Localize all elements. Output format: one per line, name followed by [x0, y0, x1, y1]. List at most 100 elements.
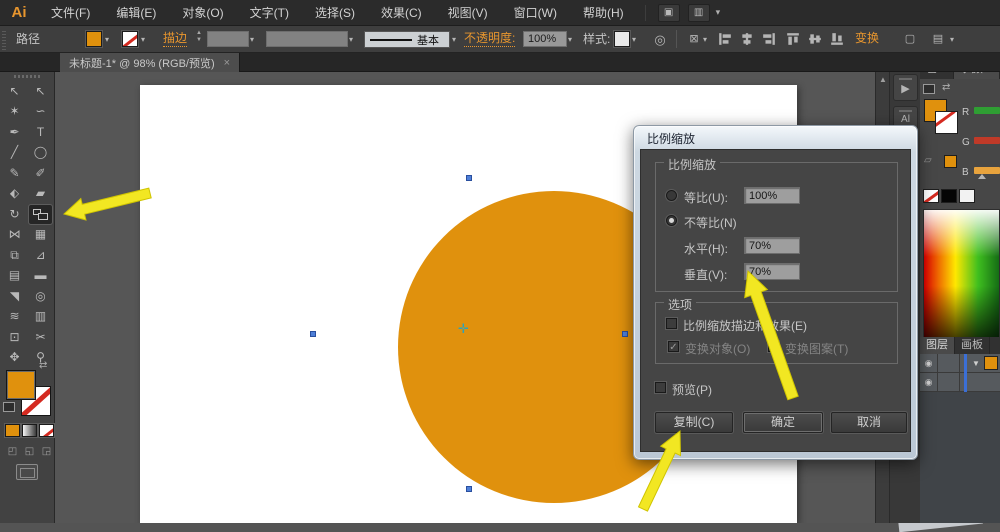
shaper-tool[interactable]: ⬖: [3, 184, 26, 203]
bridge-icon[interactable]: ▣: [658, 4, 680, 22]
lasso-tool[interactable]: ∽: [29, 102, 52, 121]
stroke-weight-combo[interactable]: [207, 31, 249, 47]
select-similar-caret-icon[interactable]: ▾: [703, 31, 707, 48]
workspace-caret-icon[interactable]: ▾: [716, 7, 721, 18]
stroke-caret-icon[interactable]: ▾: [141, 31, 145, 48]
pencil-tool[interactable]: ✐: [29, 164, 52, 183]
rotate-tool[interactable]: ↻: [3, 205, 26, 224]
stroke-weight-caret-icon[interactable]: ▾: [250, 31, 254, 48]
opacity-caret-icon[interactable]: ▾: [568, 31, 572, 48]
swap-fill-stroke-icon[interactable]: ⇄: [39, 360, 47, 371]
align-center-icon[interactable]: [740, 32, 754, 46]
out-of-gamut-cube-icon[interactable]: ▱: [924, 155, 932, 166]
gamut-color-swatch[interactable]: [944, 155, 957, 168]
tab-artboards[interactable]: 画板: [955, 337, 990, 354]
stroke-color-swatch[interactable]: [122, 31, 138, 47]
close-tab-icon[interactable]: ×: [224, 57, 230, 69]
fill-caret-icon[interactable]: ▾: [105, 31, 109, 48]
shape-builder-tool[interactable]: ⧉: [3, 246, 26, 265]
select-similar-icon[interactable]: ⊠: [684, 31, 704, 48]
align-bottom-icon[interactable]: [830, 32, 844, 46]
eraser-tool[interactable]: ▰: [29, 184, 52, 203]
menu-item-window[interactable]: 窗口(W): [501, 0, 570, 26]
collapsed-panel-symbols[interactable]: ▶: [893, 74, 918, 101]
pen-tool[interactable]: ✒: [3, 123, 26, 142]
style-caret-icon[interactable]: ▾: [632, 31, 636, 48]
style-swatch[interactable]: [614, 31, 630, 47]
color-spectrum[interactable]: [923, 209, 1000, 349]
selection-tool[interactable]: ↖: [3, 82, 26, 101]
layer-row[interactable]: ◉ ▼: [920, 354, 1000, 373]
preview-checkbox[interactable]: [655, 382, 666, 393]
column-graph-tool[interactable]: ▥: [29, 307, 52, 326]
layer-lock-cell[interactable]: [938, 354, 960, 373]
screen-mode-button[interactable]: [16, 464, 38, 480]
horizontal-scale-input[interactable]: [744, 237, 800, 254]
perspective-grid-tool[interactable]: ⊿: [29, 246, 52, 265]
align-top-icon[interactable]: [786, 32, 800, 46]
anchor-point-left[interactable]: [310, 331, 316, 337]
eyedropper-tool[interactable]: ◥: [3, 287, 26, 306]
opacity-link[interactable]: 不透明度:: [464, 31, 515, 47]
draw-inside-icon[interactable]: ◲: [39, 446, 54, 458]
copy-button[interactable]: 复制(C): [655, 412, 733, 433]
magic-wand-tool[interactable]: ✶: [3, 102, 26, 121]
menu-item-type[interactable]: 文字(T): [237, 0, 302, 26]
white-swatch[interactable]: [959, 189, 975, 203]
none-mode-button[interactable]: [39, 424, 54, 437]
isolate-selection-icon[interactable]: ▤: [928, 31, 948, 48]
uniform-scale-input[interactable]: [744, 187, 800, 204]
menu-item-edit[interactable]: 编辑(E): [103, 0, 169, 26]
variable-width-caret-icon[interactable]: ▾: [349, 31, 353, 48]
slider-r[interactable]: [974, 107, 1000, 114]
scroll-up-icon[interactable]: ▲: [876, 72, 890, 87]
slider-b[interactable]: [974, 167, 1000, 174]
hand-tool[interactable]: ✥: [3, 348, 26, 367]
align-middle-icon[interactable]: [808, 32, 822, 46]
menu-item-object[interactable]: 对象(O): [169, 0, 236, 26]
color-mode-button[interactable]: [5, 424, 20, 437]
stepper-down-icon[interactable]: ▼: [196, 37, 202, 44]
ok-button[interactable]: 确定: [743, 412, 823, 433]
nonuniform-radio[interactable]: [666, 215, 677, 226]
uniform-radio[interactable]: [666, 190, 677, 201]
variable-width-combo[interactable]: [266, 31, 348, 47]
transform-panel-link[interactable]: 变换: [855, 31, 879, 46]
blend-tool[interactable]: ◎: [29, 287, 52, 306]
layer-visibility-icon[interactable]: ◉: [920, 354, 938, 373]
layer-thumbnail[interactable]: [984, 356, 998, 370]
stepper-up-icon[interactable]: ▲: [196, 30, 202, 37]
black-swatch[interactable]: [941, 189, 957, 203]
scale-strokes-checkbox[interactable]: [666, 318, 677, 329]
artboard-tool[interactable]: ⊡: [3, 328, 26, 347]
document-tab[interactable]: 未标题-1* @ 98% (RGB/预览) ×: [60, 53, 240, 72]
symbol-sprayer-tool[interactable]: ≋: [3, 307, 26, 326]
anchor-point-bottom[interactable]: [466, 486, 472, 492]
sublayer-visibility-icon[interactable]: ◉: [920, 373, 938, 392]
default-fill-stroke-icon[interactable]: [3, 402, 15, 412]
opacity-value[interactable]: 100%: [523, 31, 567, 47]
direct-selection-tool[interactable]: ↖: [29, 82, 52, 101]
mesh-tool[interactable]: ▤: [3, 266, 26, 285]
sublayer-lock-cell[interactable]: [938, 373, 960, 392]
anchor-point-right[interactable]: [622, 331, 628, 337]
gradient-mode-button[interactable]: [22, 424, 37, 437]
menu-item-file[interactable]: 文件(F): [38, 0, 103, 26]
swap-colors-mini-icon[interactable]: ⇄: [942, 82, 950, 93]
transform-objects-checkbox[interactable]: ✓: [668, 341, 679, 352]
gradient-tool[interactable]: ▬: [29, 266, 52, 285]
workspace-switcher-icon[interactable]: ▥: [688, 4, 710, 22]
stroke-weight-stepper[interactable]: ▲ ▼: [196, 30, 202, 44]
draw-behind-icon[interactable]: ◱: [22, 446, 37, 458]
stroke-panel-link[interactable]: 描边: [163, 31, 187, 47]
menu-item-help[interactable]: 帮助(H): [570, 0, 637, 26]
brush-definition-combo[interactable]: 基本: [364, 31, 450, 48]
options-more-caret-icon[interactable]: ▾: [950, 31, 954, 48]
scale-tool[interactable]: [29, 205, 52, 224]
slice-tool[interactable]: ✂: [29, 328, 52, 347]
width-tool[interactable]: ⋈: [3, 225, 26, 244]
options-bar-grip[interactable]: [2, 31, 6, 51]
cancel-button[interactable]: 取消: [831, 412, 907, 433]
menu-item-select[interactable]: 选择(S): [302, 0, 368, 26]
recolor-artwork-icon[interactable]: ◎: [650, 31, 670, 48]
